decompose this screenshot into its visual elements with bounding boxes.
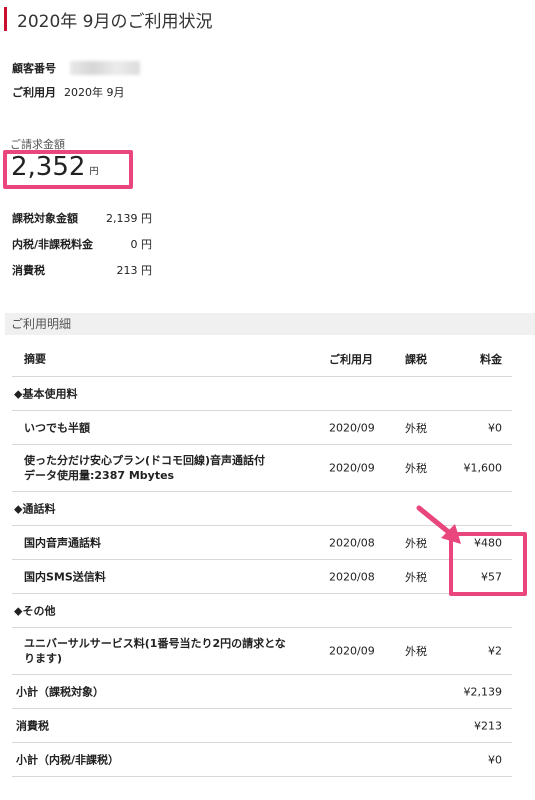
table-row: 消費税 ¥213 bbox=[12, 709, 512, 743]
subtotal-taxable-label: 小計（課税対象） bbox=[16, 685, 104, 698]
page-title: 2020年 9月のご利用状況 bbox=[4, 6, 524, 32]
subtotal-nontaxable-fee: ¥0 bbox=[488, 753, 502, 766]
taxable-amount-label: 課税対象金額 bbox=[12, 212, 78, 225]
item-desc-line1: ユニバーサルサービス料(1番号当たり2円の請求とな bbox=[24, 637, 286, 650]
item-month: 2020/08 bbox=[329, 536, 375, 549]
usage-month-label: ご利用月 bbox=[12, 86, 56, 99]
category-label: ◆その他 bbox=[14, 604, 56, 617]
taxable-amount-value: 2,139 円 bbox=[106, 212, 152, 225]
non-taxable-label: 内税/非課税料金 bbox=[12, 238, 94, 251]
header-tax: 課税 bbox=[405, 353, 427, 366]
customer-number-label: 顧客番号 bbox=[12, 62, 56, 75]
item-desc-line1: 使った分だけ安心プラン(ドコモ回線)音声通話付 bbox=[24, 454, 266, 467]
usage-month-row: ご利用月 2020年 9月 bbox=[12, 84, 125, 100]
customer-number-redacted bbox=[70, 61, 140, 75]
item-tax: 外税 bbox=[405, 462, 427, 475]
item-desc: 使った分だけ安心プラン(ドコモ回線)音声通話付 データ使用量:2387 Mbyt… bbox=[24, 453, 265, 483]
header-fee: 料金 bbox=[480, 353, 502, 366]
table-row: 小計（内税/非課税） ¥0 bbox=[12, 743, 512, 777]
table-header-row: 摘要 ご利用月 課税 料金 bbox=[12, 342, 512, 377]
page-title-text: 2020年 9月のご利用状況 bbox=[17, 11, 213, 32]
header-month: ご利用月 bbox=[329, 353, 373, 366]
consumption-tax-label: 消費税 bbox=[12, 264, 45, 277]
item-desc: ユニバーサルサービス料(1番号当たり2円の請求とな ります) bbox=[24, 636, 286, 666]
item-month: 2020/09 bbox=[329, 421, 375, 434]
consumption-tax-row: 消費税 213 円 bbox=[12, 262, 152, 278]
table-row: ユニバーサルサービス料(1番号当たり2円の請求とな ります) 2020/09 外… bbox=[12, 628, 512, 675]
consumption-tax-value: 213 円 bbox=[116, 264, 153, 277]
item-month: 2020/09 bbox=[329, 644, 375, 658]
item-desc: 国内音声通話料 bbox=[24, 536, 101, 549]
title-accent-bar bbox=[4, 7, 7, 31]
subtotal-taxable-fee: ¥2,139 bbox=[463, 685, 503, 698]
table-row: 小計（課税対象） ¥2,139 bbox=[12, 675, 512, 709]
taxable-amount-row: 課税対象金額 2,139 円 bbox=[12, 210, 152, 226]
table-row: いつでも半額 2020/09 外税 ¥0 bbox=[12, 411, 512, 445]
item-tax: 外税 bbox=[405, 645, 427, 658]
item-desc-line2: ります) bbox=[24, 652, 63, 665]
fee-highlight-box bbox=[449, 532, 527, 596]
consumption-tax-total-fee: ¥213 bbox=[474, 719, 502, 732]
item-desc-line2: データ使用量:2387 Mbytes bbox=[24, 469, 175, 482]
item-desc: 国内SMS送信料 bbox=[24, 570, 106, 583]
item-fee: ¥1,600 bbox=[463, 461, 503, 475]
consumption-tax-total-label: 消費税 bbox=[16, 719, 49, 732]
table-row: 使った分だけ安心プラン(ドコモ回線)音声通話付 データ使用量:2387 Mbyt… bbox=[12, 445, 512, 492]
category-label: ◆通話料 bbox=[14, 502, 56, 515]
non-taxable-value: 0 円 bbox=[130, 238, 153, 251]
billing-amount: 2,352 bbox=[11, 152, 86, 182]
details-section-title: ご利用明細 bbox=[5, 313, 535, 335]
item-desc: いつでも半額 bbox=[24, 421, 90, 434]
billing-unit: 円 bbox=[89, 167, 99, 177]
item-month: 2020/09 bbox=[329, 461, 375, 475]
item-tax: 外税 bbox=[405, 421, 427, 435]
table-row: 国内SMS送信料 2020/08 外税 ¥57 bbox=[12, 560, 512, 594]
item-tax: 外税 bbox=[405, 570, 427, 584]
item-fee: ¥2 bbox=[488, 644, 502, 658]
billing-amount-highlight: 2,352 円 bbox=[3, 150, 133, 189]
customer-number-row: 顧客番号 bbox=[12, 60, 140, 76]
table-row: ◆基本使用料 bbox=[12, 377, 512, 411]
item-fee: ¥0 bbox=[488, 421, 502, 434]
non-taxable-row: 内税/非課税料金 0 円 bbox=[12, 236, 152, 252]
details-table: 摘要 ご利用月 課税 料金 ◆基本使用料 いつでも半額 2020/09 外税 ¥… bbox=[12, 342, 512, 777]
subtotal-nontaxable-label: 小計（内税/非課税） bbox=[16, 753, 120, 766]
category-label: ◆基本使用料 bbox=[14, 387, 78, 400]
table-row: ◆その他 bbox=[12, 594, 512, 628]
item-month: 2020/08 bbox=[329, 570, 375, 583]
header-desc: 摘要 bbox=[24, 352, 46, 366]
usage-month-value: 2020年 9月 bbox=[64, 86, 125, 99]
